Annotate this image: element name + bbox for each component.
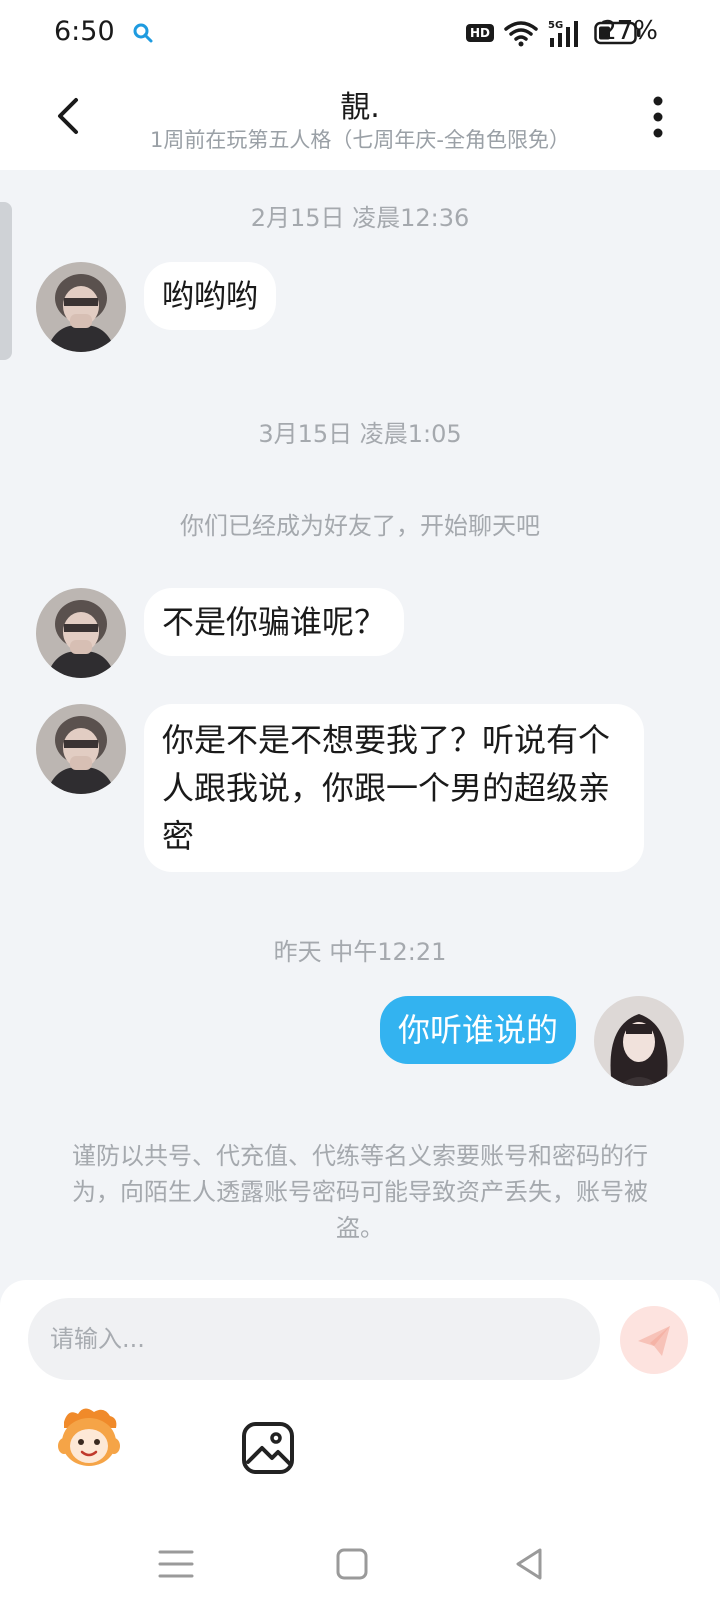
sent-message[interactable]: 你听谁说的: [379, 996, 576, 1064]
timestamp: 昨天 中午12:21: [273, 938, 447, 966]
more-vertical-icon[interactable]: [648, 94, 668, 140]
system-message: 你们已经成为好友了，开始聊天吧: [180, 512, 540, 540]
battery-percentage: 27%: [600, 16, 658, 46]
contact-name: 靚.: [340, 90, 380, 125]
received-message[interactable]: 不是你骗谁呢？: [144, 588, 405, 656]
system-navigation-bar: [0, 1520, 720, 1612]
send-button[interactable]: [620, 1306, 688, 1374]
contact-status: 1周前在玩第五人格（七周年庆-全角色限免）: [150, 128, 570, 152]
timestamp: 3月15日 凌晨1:05: [258, 420, 462, 448]
emoji-mascot-icon: [58, 1408, 120, 1466]
emoji-button[interactable]: [54, 1402, 124, 1472]
search-icon: [133, 23, 153, 43]
timestamp: 2月15日 凌晨12:36: [250, 204, 470, 232]
signal-icon: 5G: [548, 20, 578, 47]
signal-5g-label: 5G: [548, 20, 563, 31]
home-icon[interactable]: [330, 1542, 374, 1586]
my-avatar[interactable]: [594, 996, 684, 1086]
image-icon: [242, 1422, 294, 1474]
received-message[interactable]: 哟哟哟: [144, 262, 277, 330]
menu-icon[interactable]: [154, 1542, 198, 1586]
security-notice: 谨防以共号、代充值、代练等名义索要账号和密码的行为，向陌生人透露账号密码可能导致…: [72, 1142, 648, 1242]
hd-badge: HD: [465, 24, 494, 42]
contact-avatar[interactable]: [36, 704, 126, 794]
wifi-icon: [504, 21, 538, 47]
status-bar: 6:50 HD 5G 27%: [0, 0, 720, 66]
status-time: 6:50: [54, 16, 115, 47]
contact-avatar[interactable]: [36, 262, 126, 352]
contact-avatar[interactable]: [36, 588, 126, 678]
image-button[interactable]: [240, 1420, 296, 1476]
send-icon: [638, 1326, 670, 1356]
message-input[interactable]: [28, 1298, 600, 1380]
chat-header: 靚. 1周前在玩第五人格（七周年庆-全角色限免）: [0, 66, 720, 170]
back-triangle-icon[interactable]: [508, 1542, 552, 1586]
received-message[interactable]: 你是不是不想要我了？听说有个人跟我说，你跟一个男的超级亲密: [144, 704, 644, 872]
